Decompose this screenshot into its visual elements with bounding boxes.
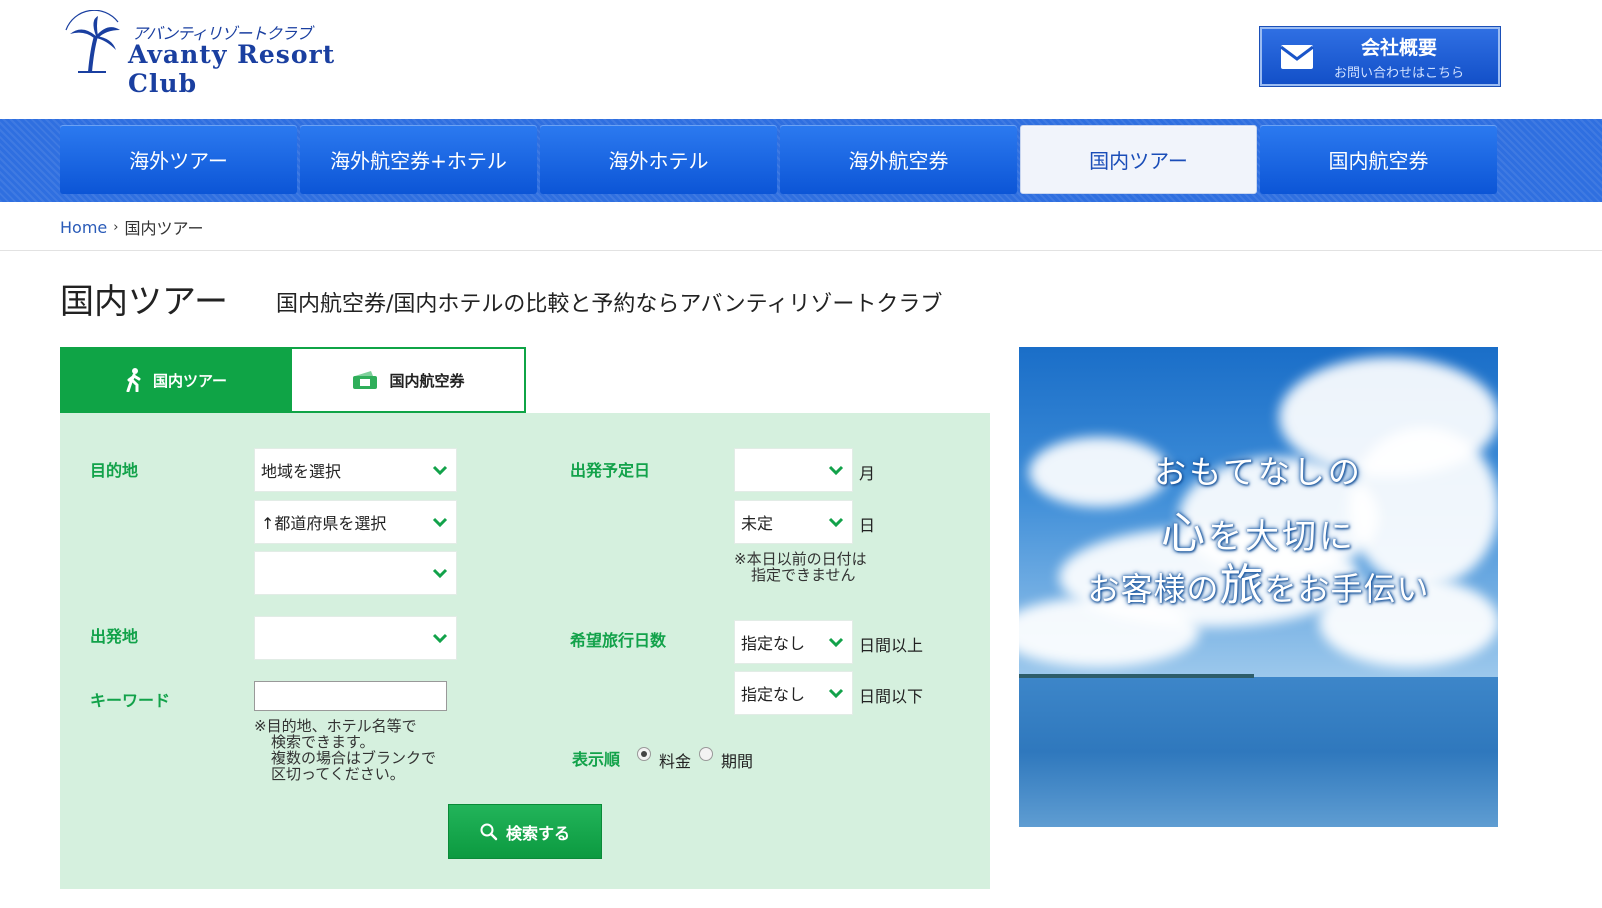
banner-line-3-big: 旅 — [1219, 560, 1265, 611]
keyword-label: キーワード — [90, 691, 171, 710]
days-min-select-value: 指定なし — [741, 634, 806, 653]
breadcrumb-home-link[interactable]: Home — [60, 218, 107, 237]
nav-tab-domestic-tour[interactable]: 国内ツアー — [1020, 125, 1257, 194]
walking-person-icon — [126, 368, 141, 392]
banner-line-3-b: をお手伝い — [1264, 570, 1430, 608]
page-subtitle: 国内航空券/国内ホテルの比較と予約ならアバンティリゾートクラブ — [276, 292, 943, 317]
search-tab-tour-label: 国内ツアー — [152, 371, 228, 390]
palm-tree-icon — [65, 10, 120, 73]
date-note-2: 指定できません — [751, 566, 856, 584]
search-tab-domestic-tour[interactable]: 国内ツアー — [60, 347, 292, 413]
days-min-unit: 日間以上 — [859, 636, 924, 655]
nav-tab-overseas-air[interactable]: 海外航空券 — [780, 125, 1017, 194]
banner-horizon — [1019, 674, 1254, 678]
nav-tab-overseas-tour[interactable]: 海外ツアー — [60, 125, 297, 194]
chevron-down-icon — [432, 517, 448, 528]
chevron-down-icon — [828, 637, 844, 648]
promo-banner[interactable]: おもてなしの 心を大切に お客様の旅をお手伝い — [1019, 347, 1498, 827]
chevron-down-icon — [828, 688, 844, 699]
chevron-down-icon — [432, 633, 448, 644]
month-select[interactable] — [734, 448, 853, 492]
search-button[interactable]: 検索する — [448, 804, 602, 859]
day-select-value: 未定 — [741, 514, 774, 533]
chevron-down-icon — [432, 465, 448, 476]
origin-label: 出発地 — [90, 627, 139, 646]
ticket-icon — [353, 371, 378, 389]
days-min-select[interactable]: 指定なし — [734, 620, 853, 664]
departure-date-label: 出発予定日 — [570, 461, 651, 480]
sort-price-label: 料金 — [659, 752, 692, 771]
search-tab-domestic-air[interactable]: 国内航空券 — [292, 347, 526, 413]
banner-line-3: お客様の旅をお手伝い — [1019, 549, 1498, 613]
days-max-select[interactable]: 指定なし — [734, 671, 853, 715]
contact-title: 会社概要 — [1361, 36, 1438, 59]
days-max-unit: 日間以下 — [859, 687, 924, 706]
banner-sea — [1019, 677, 1498, 827]
logo-name: Avanty Resort Club — [128, 40, 336, 98]
sort-period-radio[interactable] — [699, 747, 713, 761]
page-title: 国内ツアー — [60, 282, 228, 322]
destination-label: 目的地 — [90, 461, 139, 480]
trip-days-label: 希望旅行日数 — [570, 631, 667, 650]
divider — [0, 250, 1602, 251]
main-nav: 海外ツアー 海外航空券+ホテル 海外ホテル 海外航空券 国内ツアー 国内航空券 — [0, 119, 1602, 202]
chevron-right-icon: › — [113, 219, 119, 235]
month-unit: 月 — [859, 464, 876, 483]
search-button-label: 検索する — [505, 823, 570, 843]
nav-tab-overseas-air-hotel[interactable]: 海外航空券+ホテル — [300, 125, 537, 194]
banner-line-3-a: お客様の — [1087, 570, 1220, 608]
region-select[interactable]: 地域を選択 — [254, 448, 457, 492]
sort-order-label: 表示順 — [572, 750, 621, 769]
keyword-note-1: ※目的地、ホテル名等で — [254, 717, 417, 735]
search-icon — [480, 823, 498, 840]
date-note-1: ※本日以前の日付は — [734, 550, 867, 568]
prefecture-select-value: ↑都道府県を選択 — [261, 514, 387, 533]
area-select[interactable] — [254, 551, 457, 595]
chevron-down-icon — [828, 517, 844, 528]
origin-select[interactable] — [254, 616, 457, 660]
sort-period-label: 期間 — [721, 752, 754, 771]
nav-tab-overseas-hotel[interactable]: 海外ホテル — [540, 125, 777, 194]
keyword-note-3: 複数の場合はブランクで — [271, 749, 437, 767]
chevron-down-icon — [432, 568, 448, 579]
breadcrumb: Home › 国内ツアー — [60, 215, 204, 239]
site-logo[interactable]: アバンティリゾートクラブ Avanty Resort Club — [60, 10, 380, 98]
company-contact-button[interactable]: 会社概要 お問い合わせはこちら — [1259, 26, 1501, 87]
keyword-note-4: 区切ってください。 — [271, 765, 405, 783]
keyword-note-2: 検索できます。 — [271, 733, 375, 751]
banner-line-1: おもてなしの — [1154, 453, 1363, 491]
day-unit: 日 — [859, 516, 876, 535]
region-select-value: 地域を選択 — [261, 462, 342, 481]
breadcrumb-current: 国内ツアー — [124, 219, 204, 238]
prefecture-select[interactable]: ↑都道府県を選択 — [254, 500, 457, 544]
contact-subtitle: お問い合わせはこちら — [1334, 65, 1465, 81]
chevron-down-icon — [828, 465, 844, 476]
sort-price-radio[interactable] — [637, 747, 651, 761]
nav-tab-domestic-air[interactable]: 国内航空券 — [1260, 125, 1497, 194]
day-select[interactable]: 未定 — [734, 500, 853, 544]
keyword-input[interactable] — [254, 681, 447, 711]
mail-icon — [1280, 44, 1314, 69]
days-max-select-value: 指定なし — [741, 685, 806, 704]
search-tab-air-label: 国内航空券 — [389, 371, 465, 390]
